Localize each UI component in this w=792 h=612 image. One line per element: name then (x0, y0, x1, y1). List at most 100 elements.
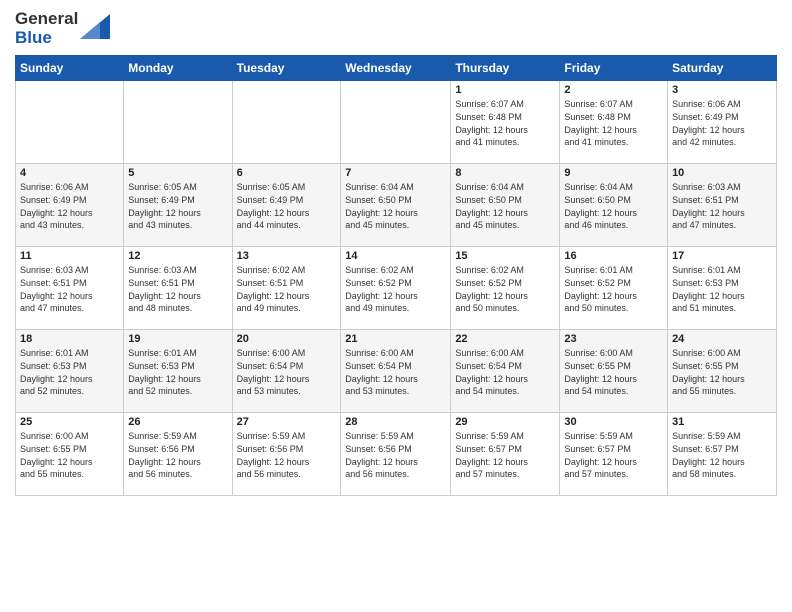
weekday-header-friday: Friday (560, 56, 668, 81)
calendar-cell: 7 Sunrise: 6:04 AM Sunset: 6:50 PM Daylig… (341, 164, 451, 247)
day-number: 2 (564, 84, 663, 96)
logo-general: General (15, 10, 78, 29)
day-info: Sunrise: 6:04 AM Sunset: 6:50 PM Dayligh… (455, 181, 555, 231)
calendar-cell: 17 Sunrise: 6:01 AM Sunset: 6:53 PM Dayli… (668, 247, 777, 330)
day-number: 4 (20, 167, 119, 179)
day-info: Sunrise: 6:05 AM Sunset: 6:49 PM Dayligh… (128, 181, 227, 231)
day-number: 10 (672, 167, 772, 179)
day-info: Sunrise: 5:59 AM Sunset: 6:56 PM Dayligh… (345, 430, 446, 480)
day-info: Sunrise: 6:01 AM Sunset: 6:53 PM Dayligh… (128, 347, 227, 397)
weekday-header-wednesday: Wednesday (341, 56, 451, 81)
day-number: 26 (128, 416, 227, 428)
day-number: 13 (237, 250, 337, 262)
day-number: 19 (128, 333, 227, 345)
calendar-cell: 15Sunrise: 6:02 AM Sunset: 6:52 PM Dayli… (451, 247, 560, 330)
calendar-cell: 16 Sunrise: 6:01 AM Sunset: 6:52 PM Dayli… (560, 247, 668, 330)
day-number: 21 (345, 333, 446, 345)
day-info: Sunrise: 5:59 AM Sunset: 6:57 PM Dayligh… (672, 430, 772, 480)
calendar-page: General Blue SundayMondayTuesdayWednesda… (0, 0, 792, 612)
day-number: 25 (20, 416, 119, 428)
day-info: Sunrise: 6:05 AM Sunset: 6:49 PM Dayligh… (237, 181, 337, 231)
week-row-5: 25 Sunrise: 6:00 AM Sunset: 6:55 PM Dayli… (16, 413, 777, 496)
day-number: 5 (128, 167, 227, 179)
day-number: 24 (672, 333, 772, 345)
week-row-1: 1Sunrise: 6:07 AM Sunset: 6:48 PM Daylig… (16, 81, 777, 164)
calendar-cell (341, 81, 451, 164)
weekday-header-monday: Monday (124, 56, 232, 81)
calendar-cell: 14 Sunrise: 6:02 AM Sunset: 6:52 PM Dayli… (341, 247, 451, 330)
day-number: 30 (564, 416, 663, 428)
day-number: 11 (20, 250, 119, 262)
day-info: Sunrise: 6:03 AM Sunset: 6:51 PM Dayligh… (672, 181, 772, 231)
day-number: 20 (237, 333, 337, 345)
calendar-cell: 22 Sunrise: 6:00 AM Sunset: 6:54 PM Dayli… (451, 330, 560, 413)
calendar-cell: 3Sunrise: 6:06 AM Sunset: 6:49 PM Daylig… (668, 81, 777, 164)
weekday-header-thursday: Thursday (451, 56, 560, 81)
day-info: Sunrise: 6:06 AM Sunset: 6:49 PM Dayligh… (20, 181, 119, 231)
day-number: 17 (672, 250, 772, 262)
header: General Blue (15, 10, 777, 47)
calendar-cell (124, 81, 232, 164)
day-info: Sunrise: 6:01 AM Sunset: 6:53 PM Dayligh… (672, 264, 772, 314)
day-number: 12 (128, 250, 227, 262)
day-info: Sunrise: 6:00 AM Sunset: 6:55 PM Dayligh… (20, 430, 119, 480)
calendar-cell: 19 Sunrise: 6:01 AM Sunset: 6:53 PM Dayli… (124, 330, 232, 413)
day-number: 18 (20, 333, 119, 345)
calendar-cell: 28 Sunrise: 5:59 AM Sunset: 6:56 PM Dayli… (341, 413, 451, 496)
day-number: 28 (345, 416, 446, 428)
day-number: 22 (455, 333, 555, 345)
calendar-cell: 13 Sunrise: 6:02 AM Sunset: 6:51 PM Dayli… (232, 247, 341, 330)
calendar-table: SundayMondayTuesdayWednesdayThursdayFrid… (15, 55, 777, 496)
day-info: Sunrise: 6:00 AM Sunset: 6:54 PM Dayligh… (455, 347, 555, 397)
day-info: Sunrise: 5:59 AM Sunset: 6:57 PM Dayligh… (564, 430, 663, 480)
logo: General Blue (15, 10, 110, 47)
calendar-cell: 27Sunrise: 5:59 AM Sunset: 6:56 PM Dayli… (232, 413, 341, 496)
day-number: 7 (345, 167, 446, 179)
calendar-cell: 1Sunrise: 6:07 AM Sunset: 6:48 PM Daylig… (451, 81, 560, 164)
day-number: 16 (564, 250, 663, 262)
calendar-cell: 18 Sunrise: 6:01 AM Sunset: 6:53 PM Dayli… (16, 330, 124, 413)
calendar-cell (232, 81, 341, 164)
day-info: Sunrise: 5:59 AM Sunset: 6:57 PM Dayligh… (455, 430, 555, 480)
calendar-cell: 24 Sunrise: 6:00 AM Sunset: 6:55 PM Dayli… (668, 330, 777, 413)
day-info: Sunrise: 6:07 AM Sunset: 6:48 PM Dayligh… (455, 98, 555, 148)
calendar-cell: 10 Sunrise: 6:03 AM Sunset: 6:51 PM Dayli… (668, 164, 777, 247)
day-number: 14 (345, 250, 446, 262)
day-info: Sunrise: 6:02 AM Sunset: 6:51 PM Dayligh… (237, 264, 337, 314)
calendar-cell: 4 Sunrise: 6:06 AM Sunset: 6:49 PM Daylig… (16, 164, 124, 247)
calendar-cell: 2 Sunrise: 6:07 AM Sunset: 6:48 PM Daylig… (560, 81, 668, 164)
day-number: 27 (237, 416, 337, 428)
day-info: Sunrise: 6:04 AM Sunset: 6:50 PM Dayligh… (345, 181, 446, 231)
calendar-cell: 8 Sunrise: 6:04 AM Sunset: 6:50 PM Daylig… (451, 164, 560, 247)
calendar-cell: 20 Sunrise: 6:00 AM Sunset: 6:54 PM Dayli… (232, 330, 341, 413)
weekday-header-sunday: Sunday (16, 56, 124, 81)
day-info: Sunrise: 6:00 AM Sunset: 6:55 PM Dayligh… (564, 347, 663, 397)
day-info: Sunrise: 6:01 AM Sunset: 6:53 PM Dayligh… (20, 347, 119, 397)
day-info: Sunrise: 6:01 AM Sunset: 6:52 PM Dayligh… (564, 264, 663, 314)
day-number: 31 (672, 416, 772, 428)
day-info: Sunrise: 6:00 AM Sunset: 6:55 PM Dayligh… (672, 347, 772, 397)
day-info: Sunrise: 6:02 AM Sunset: 6:52 PM Dayligh… (345, 264, 446, 314)
calendar-cell: 21Sunrise: 6:00 AM Sunset: 6:54 PM Dayli… (341, 330, 451, 413)
day-number: 9 (564, 167, 663, 179)
day-number: 29 (455, 416, 555, 428)
calendar-cell: 30 Sunrise: 5:59 AM Sunset: 6:57 PM Dayli… (560, 413, 668, 496)
calendar-cell (16, 81, 124, 164)
day-info: Sunrise: 6:07 AM Sunset: 6:48 PM Dayligh… (564, 98, 663, 148)
calendar-cell: 12 Sunrise: 6:03 AM Sunset: 6:51 PM Dayli… (124, 247, 232, 330)
calendar-cell: 9Sunrise: 6:04 AM Sunset: 6:50 PM Daylig… (560, 164, 668, 247)
week-row-2: 4 Sunrise: 6:06 AM Sunset: 6:49 PM Daylig… (16, 164, 777, 247)
day-info: Sunrise: 6:03 AM Sunset: 6:51 PM Dayligh… (20, 264, 119, 314)
calendar-cell: 26 Sunrise: 5:59 AM Sunset: 6:56 PM Dayli… (124, 413, 232, 496)
day-number: 23 (564, 333, 663, 345)
day-info: Sunrise: 6:00 AM Sunset: 6:54 PM Dayligh… (237, 347, 337, 397)
weekday-header-saturday: Saturday (668, 56, 777, 81)
day-info: Sunrise: 5:59 AM Sunset: 6:56 PM Dayligh… (128, 430, 227, 480)
day-info: Sunrise: 6:03 AM Sunset: 6:51 PM Dayligh… (128, 264, 227, 314)
logo-blue: Blue (15, 29, 78, 48)
day-info: Sunrise: 6:02 AM Sunset: 6:52 PM Dayligh… (455, 264, 555, 314)
day-number: 8 (455, 167, 555, 179)
logo-icon (80, 14, 110, 39)
calendar-cell: 11 Sunrise: 6:03 AM Sunset: 6:51 PM Dayli… (16, 247, 124, 330)
day-number: 6 (237, 167, 337, 179)
